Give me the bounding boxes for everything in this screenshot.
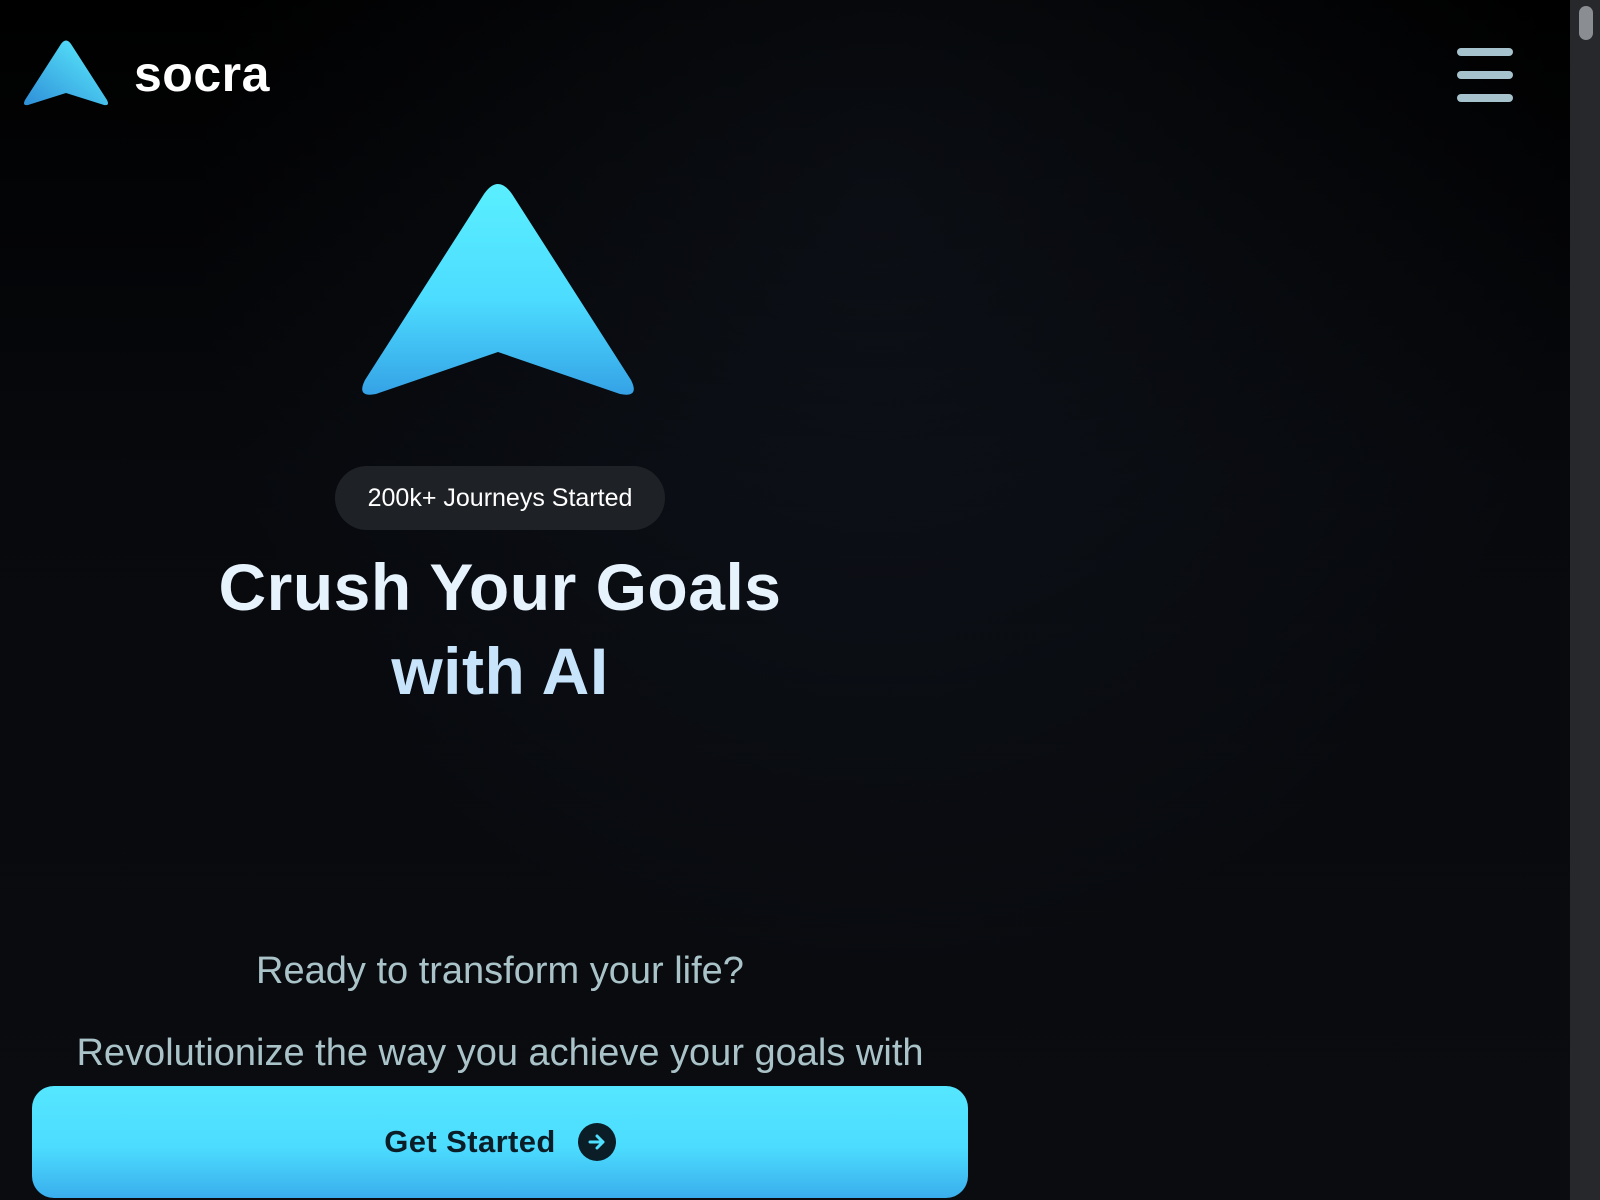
page-scrollbar[interactable] [1570, 0, 1600, 1200]
home-logo-link[interactable]: socra [22, 38, 270, 110]
arrow-right-circle-icon [577, 1123, 616, 1161]
journeys-badge: 200k+ Journeys Started [335, 466, 665, 530]
get-started-button[interactable]: Get Started [32, 1086, 968, 1198]
hamburger-menu-icon[interactable] [1455, 48, 1515, 102]
arrow-triangle-hero-icon [362, 184, 634, 395]
headline-line-2: with AI [391, 634, 609, 708]
headline-line-1: Crush Your Goals [218, 550, 782, 624]
menu-line [1457, 48, 1513, 56]
brand-name: socra [134, 46, 270, 102]
menu-line [1457, 71, 1513, 79]
hero-headline: Crush Your Goals with AI [0, 545, 1000, 713]
get-started-label: Get Started [384, 1124, 556, 1159]
scrollbar-thumb[interactable] [1579, 6, 1593, 40]
landing-page: socra 200k+ Journeys Started Crush Your … [0, 0, 1600, 1200]
arrow-triangle-logo-icon [24, 40, 108, 106]
site-header: socra [0, 0, 1570, 150]
hero-tagline: Ready to transform your life? [256, 950, 744, 992]
hero-section: 200k+ Journeys Started Crush Your Goals … [0, 150, 1000, 1200]
menu-line [1457, 94, 1513, 102]
